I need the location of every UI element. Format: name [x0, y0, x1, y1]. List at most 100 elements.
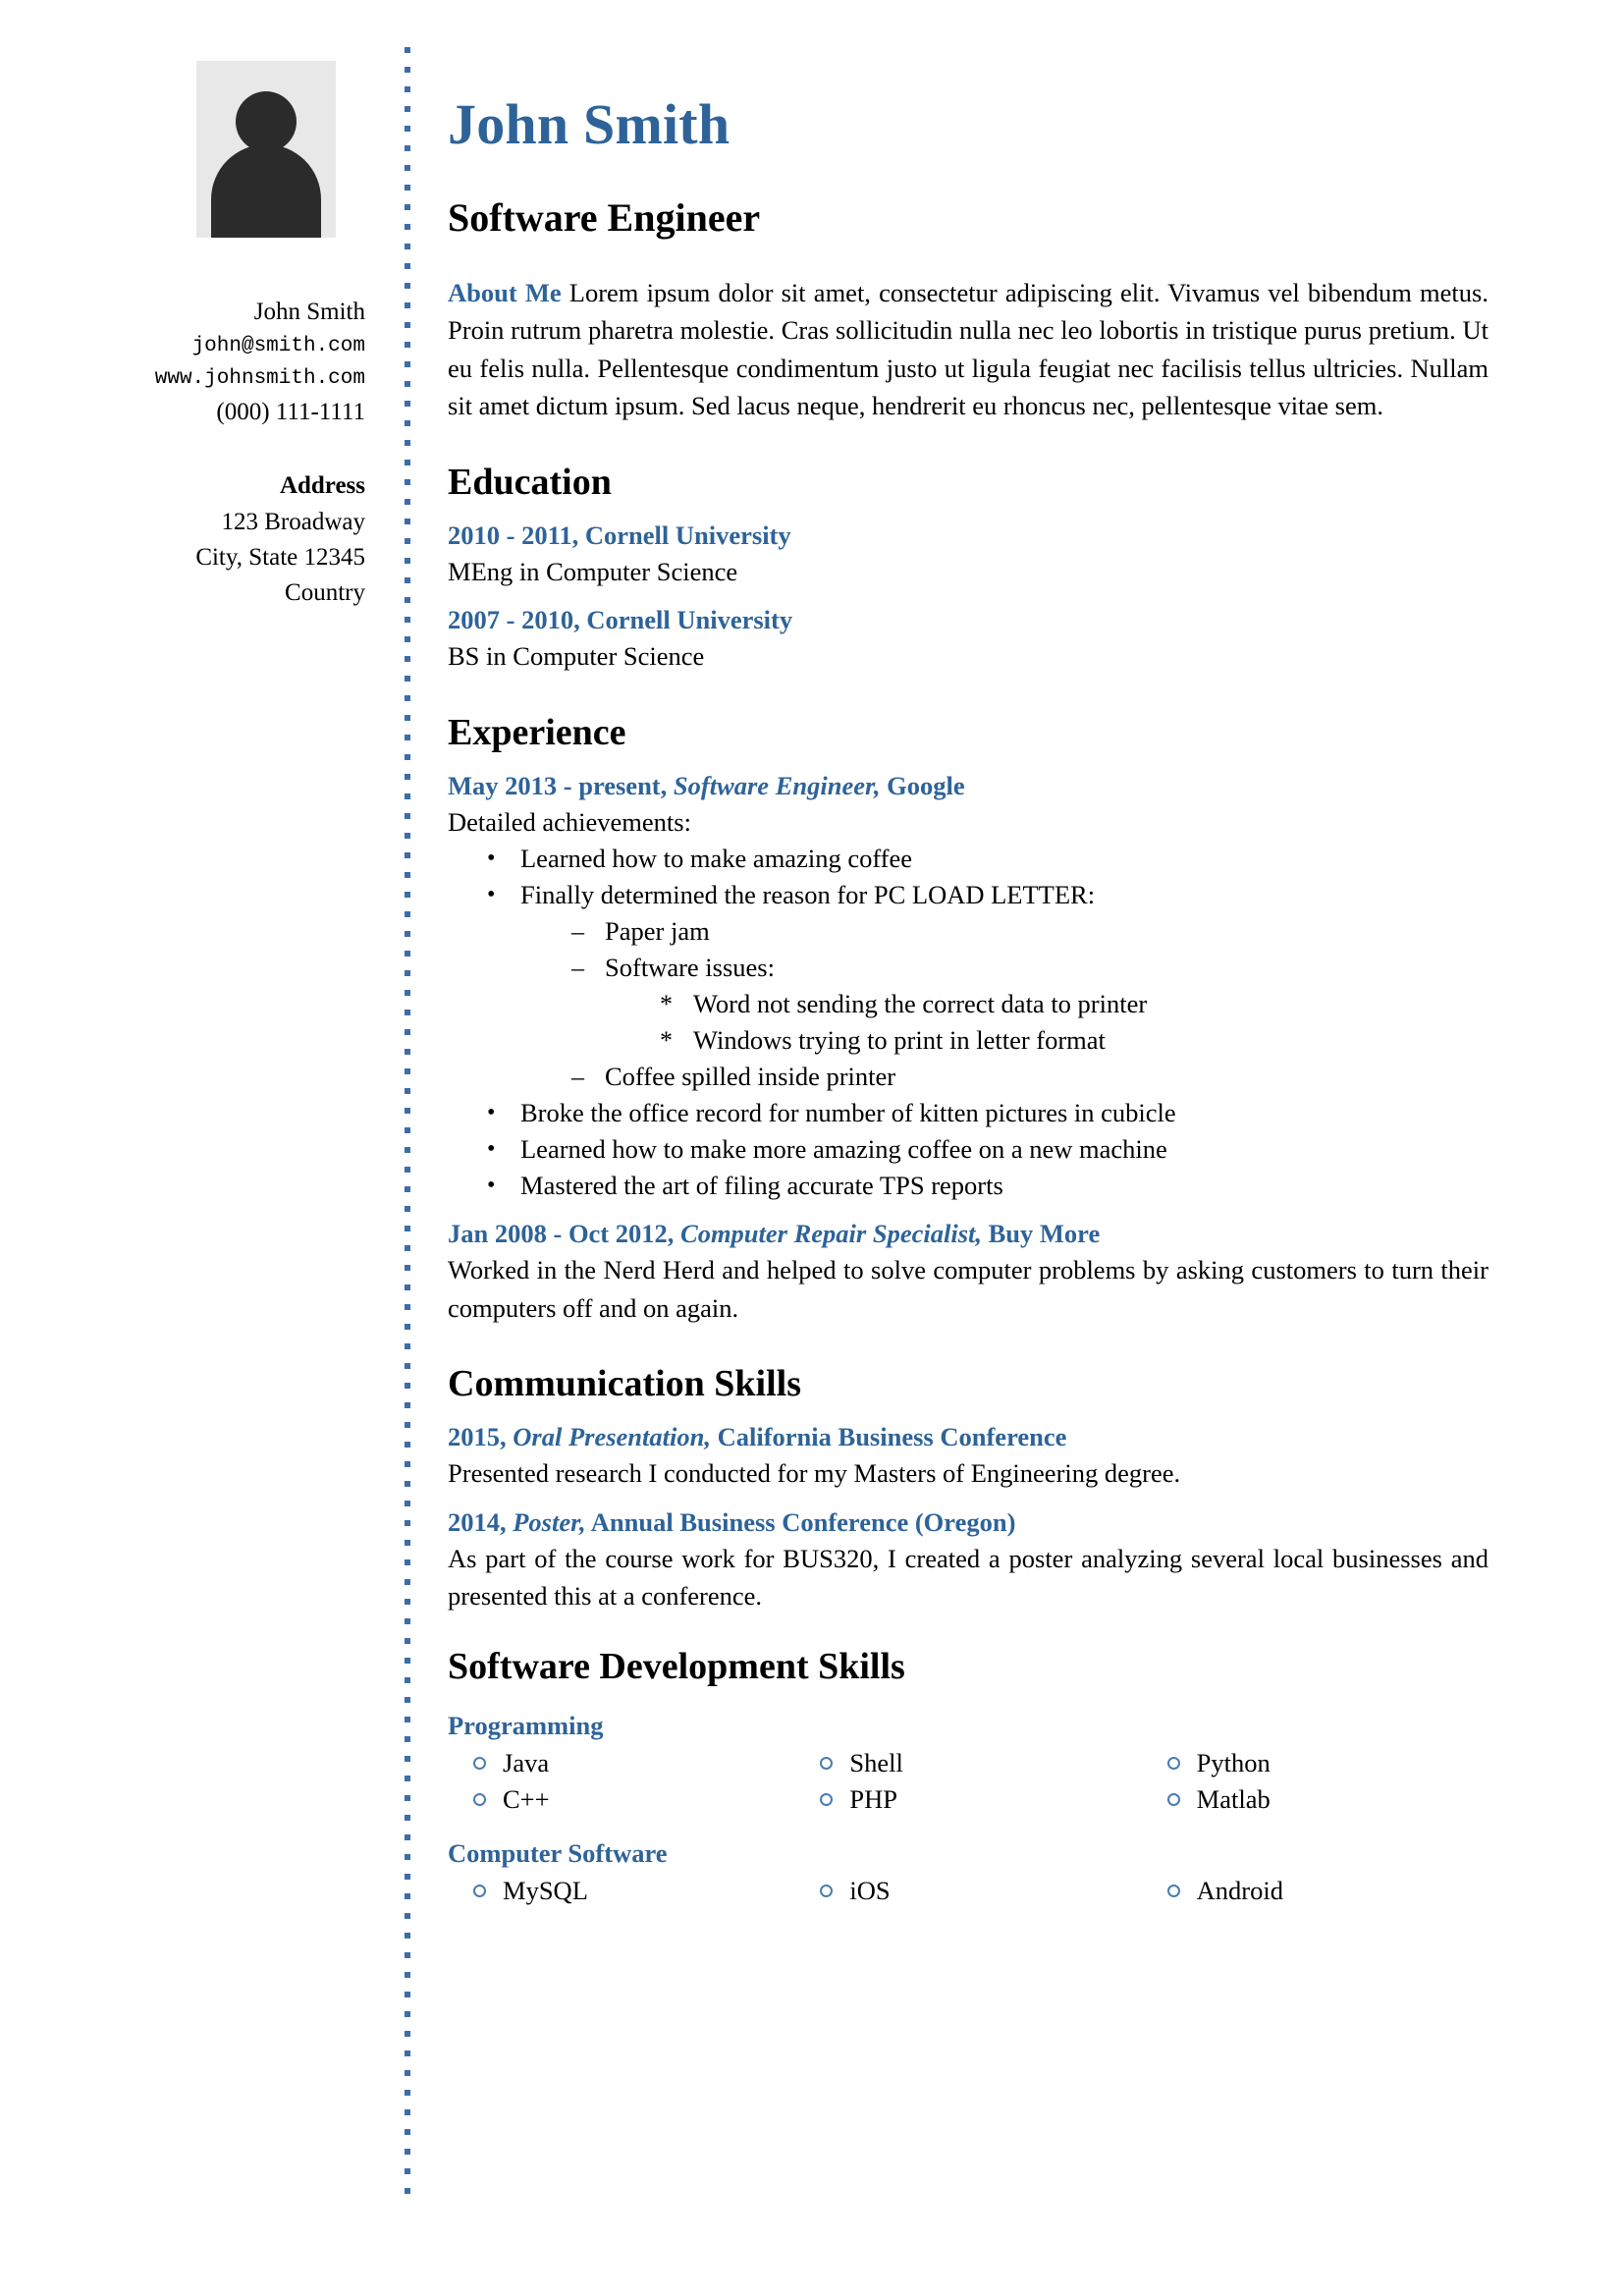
dash-icon: – — [571, 1063, 584, 1092]
list-item-text: Windows trying to print in letter format — [693, 1025, 1106, 1056]
experience-company: Google — [887, 770, 965, 800]
communication-kind: Poster, — [513, 1506, 586, 1537]
avatar — [196, 61, 336, 238]
skill-group-programming: Programming Java Shell Python C++ PHP Ma… — [448, 1708, 1488, 1818]
section-heading-education: Education — [448, 461, 612, 503]
bullet-icon: • — [487, 882, 496, 908]
circle-marker-icon — [820, 1884, 834, 1897]
skill-label: Android — [1196, 1875, 1283, 1905]
list-item: • Learned how to make more amazing coffe… — [487, 1131, 1488, 1168]
communication-year: 2015, — [448, 1422, 507, 1452]
achievements-list: • Learned how to make amazing coffee • F… — [487, 841, 1488, 1204]
skill-grid: Java Shell Python C++ PHP Matlab — [448, 1745, 1488, 1818]
achievements-subsublist: * Word not sending the correct data to p… — [660, 986, 1488, 1059]
circle-marker-icon — [473, 1756, 486, 1770]
skill-label: C++ — [503, 1783, 550, 1814]
circle-marker-icon — [820, 1792, 834, 1806]
communication-entry: 2014, Poster, Annual Business Conference… — [448, 1504, 1488, 1615]
about-me-label: About Me — [448, 277, 562, 307]
contact-email[interactable]: john@smith.com — [0, 330, 365, 362]
person-placeholder-icon — [236, 91, 297, 152]
bullet-icon: • — [487, 846, 496, 872]
contact-block: John Smith john@smith.com www.johnsmith.… — [0, 295, 373, 430]
list-item-text: Software issues: — [605, 953, 775, 983]
experience-company: Buy More — [988, 1219, 1101, 1249]
list-item: • Mastered the art of filing accurate TP… — [487, 1168, 1488, 1204]
skill-label: Matlab — [1196, 1783, 1271, 1814]
contact-website[interactable]: www.johnsmith.com — [0, 362, 365, 395]
skill-item: C++ — [448, 1781, 794, 1818]
communication-entry-heading: 2015, Oral Presentation, California Busi… — [448, 1419, 1488, 1454]
list-item-text: Word not sending the correct data to pri… — [693, 989, 1148, 1019]
communication-kind: Oral Presentation, — [513, 1422, 711, 1452]
circle-marker-icon — [1166, 1792, 1180, 1806]
dash-icon: – — [571, 917, 584, 947]
communication-venue: Annual Business Conference (Oregon) — [590, 1506, 1016, 1537]
experience-intro: Detailed achievements: — [448, 806, 691, 837]
experience-description: Worked in the Nerd Herd and helped to so… — [448, 1255, 1488, 1323]
skill-item: Matlab — [1142, 1781, 1488, 1818]
experience-entry: May 2013 - present, Software Engineer, G… — [448, 768, 1488, 1205]
skill-group-heading: Programming — [448, 1710, 604, 1740]
about-me-text: Lorem ipsum dolor sit amet, consectetur … — [448, 277, 1488, 421]
list-item-text: Learned how to make amazing coffee — [520, 844, 913, 874]
communication-description: As part of the course work for BUS320, I… — [448, 1543, 1488, 1612]
skill-item: MySQL — [448, 1873, 794, 1909]
communication-entry: 2015, Oral Presentation, California Busi… — [448, 1419, 1488, 1493]
person-placeholder-icon-body — [211, 144, 321, 238]
skill-item: Android — [1142, 1873, 1488, 1909]
communication-description: Presented research I conducted for my Ma… — [448, 1458, 1181, 1489]
experience-period: Jan 2008 - Oct 2012, — [448, 1219, 675, 1249]
sidebar: John Smith john@smith.com www.johnsmith.… — [0, 0, 373, 611]
circle-marker-icon — [473, 1792, 486, 1806]
bullet-icon: • — [487, 1136, 496, 1163]
skill-label: Shell — [849, 1747, 903, 1777]
address-block: Address 123 Broadway City, State 12345 C… — [0, 467, 373, 611]
star-icon: * — [660, 1026, 673, 1056]
address-heading: Address — [279, 472, 365, 499]
contact-phone: (000) 111-1111 — [216, 399, 365, 425]
achievements-sublist: – Paper jam – Software issues: * Word no… — [571, 913, 1488, 1095]
list-item: – Coffee spilled inside printer — [571, 1059, 1488, 1095]
section-heading-software-development-skills: Software Development Skills — [448, 1645, 905, 1687]
skill-label: PHP — [849, 1783, 897, 1814]
skill-item: Shell — [794, 1745, 1141, 1781]
skill-group-heading: Computer Software — [448, 1837, 668, 1868]
skill-label: iOS — [849, 1875, 891, 1905]
list-item: * Windows trying to print in letter form… — [660, 1022, 1488, 1059]
address-line: 123 Broadway — [221, 509, 366, 535]
bullet-icon: • — [487, 1173, 496, 1199]
list-item-text: Paper jam — [605, 916, 710, 947]
address-line: Country — [285, 579, 365, 606]
education-detail: BS in Computer Science — [448, 641, 705, 672]
skill-grid: MySQL iOS Android — [448, 1873, 1488, 1909]
education-entry-heading: 2007 - 2010, Cornell University — [448, 602, 1488, 637]
job-title-subheading: Software Engineer — [448, 194, 761, 240]
education-entry-heading: 2010 - 2011, Cornell University — [448, 518, 1488, 553]
section-heading-communication-skills: Communication Skills — [448, 1363, 802, 1405]
list-item-text: Broke the office record for number of ki… — [520, 1098, 1176, 1128]
list-item-text: Learned how to make more amazing coffee … — [520, 1134, 1167, 1165]
list-item: * Word not sending the correct data to p… — [660, 986, 1488, 1022]
list-item: • Finally determined the reason for PC L… — [487, 877, 1488, 1095]
list-item: – Software issues: * Word not sending th… — [571, 950, 1488, 1059]
communication-year: 2014, — [448, 1506, 507, 1537]
circle-marker-icon — [473, 1884, 486, 1897]
bullet-icon: • — [487, 1100, 496, 1126]
skill-label: MySQL — [503, 1875, 588, 1905]
skill-label: Python — [1196, 1747, 1271, 1777]
experience-role: Computer Repair Specialist, — [680, 1219, 982, 1249]
skill-item: PHP — [794, 1781, 1141, 1818]
section-heading-experience: Experience — [448, 711, 626, 753]
education-period: 2010 - 2011, — [448, 519, 579, 550]
experience-period: May 2013 - present, — [448, 770, 668, 800]
experience-role: Software Engineer, — [673, 770, 881, 800]
circle-marker-icon — [1166, 1884, 1180, 1897]
resume-page: John Smith john@smith.com www.johnsmith.… — [0, 0, 1623, 2296]
list-item: • Broke the office record for number of … — [487, 1095, 1488, 1131]
skill-label: Java — [503, 1747, 550, 1777]
circle-marker-icon — [820, 1756, 834, 1770]
skill-item: Python — [1142, 1745, 1488, 1781]
vertical-dotted-divider — [405, 47, 410, 2200]
communication-entry-heading: 2014, Poster, Annual Business Conference… — [448, 1504, 1488, 1540]
